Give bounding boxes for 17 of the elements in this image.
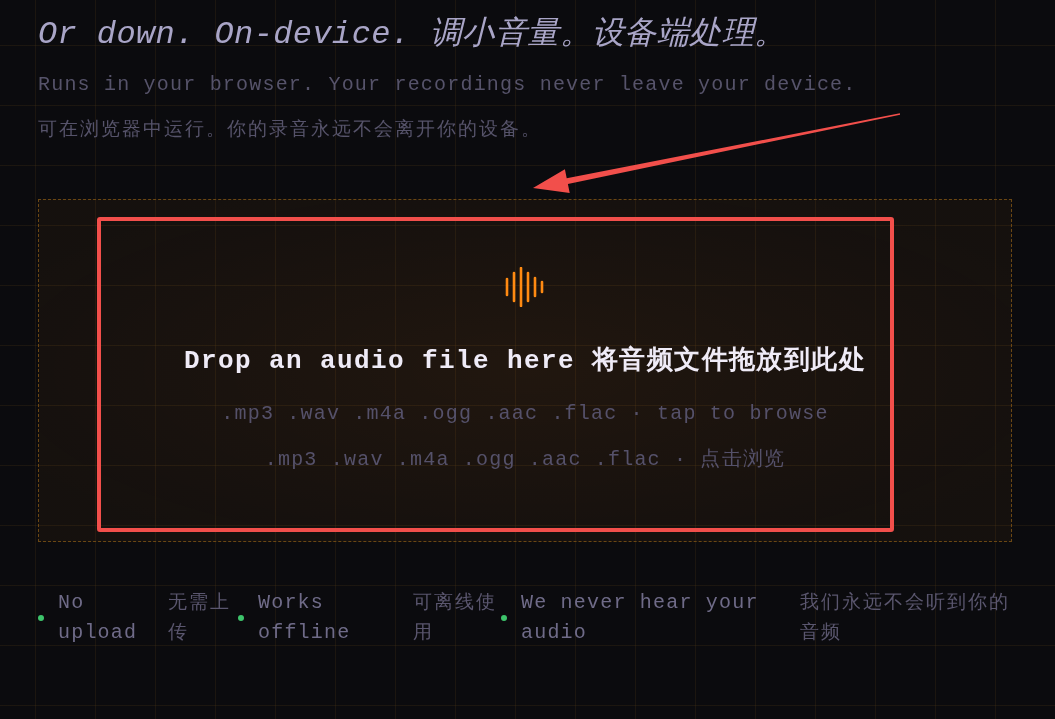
feature-label: We never hear your audio bbox=[521, 590, 760, 646]
subtitle: 可在浏览器中运行。你的录音永远不会离开你的设备。 bbox=[38, 118, 543, 143]
status-dot-icon bbox=[238, 615, 244, 621]
feature-label: No upload bbox=[58, 590, 139, 646]
formats-hint: .mp3 .wav .m4a .ogg .aac .flac · 点击浏览 bbox=[264, 446, 786, 473]
drop-zone[interactable]: Drop an audio file here 将音频文件拖放到此处 .mp3 .wav .m4a .ogg .aac .flac · tap to browse .mp3 .wav .m4a .ogg .aac .flac · 点击浏览 bbox=[38, 199, 1012, 542]
feature-label: 无需上传 bbox=[168, 591, 232, 646]
waveform-icon bbox=[504, 266, 546, 307]
page-title: Or down. On-device. 调小音量。设备端处理。 bbox=[38, 15, 788, 55]
feature-label: Works offline bbox=[258, 590, 352, 646]
drop-heading: Drop an audio file here 将音频文件拖放到此处 bbox=[183, 344, 867, 378]
subtitle: Runs in your browser. Your recordings never leave your device. bbox=[38, 72, 858, 98]
feature-label: 可离线使用 bbox=[413, 591, 498, 646]
feature-label: 我们永远不会听到你的音频 bbox=[800, 591, 1011, 646]
status-dot-icon bbox=[38, 615, 44, 621]
formats-hint: .mp3 .wav .m4a .ogg .aac .flac · tap to browse bbox=[221, 400, 829, 427]
status-dot-icon bbox=[501, 615, 507, 621]
